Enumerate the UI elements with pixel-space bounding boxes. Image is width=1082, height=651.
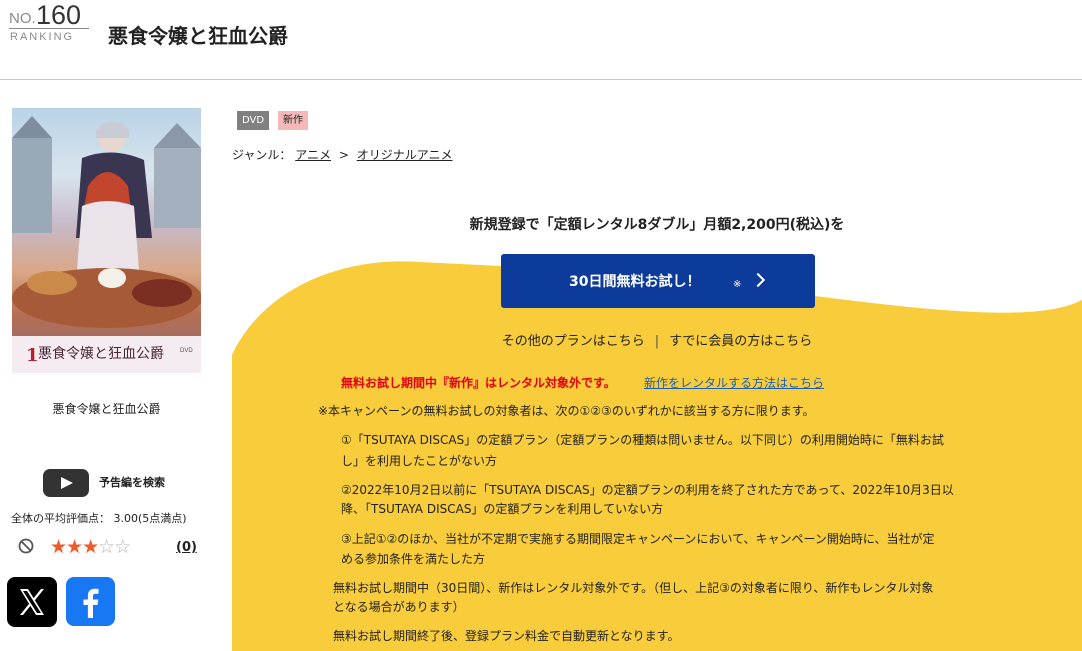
trailer-search[interactable]: 予告編を検索 — [43, 467, 203, 497]
svg-text:悪食令嬢と狂血公爵: 悪食令嬢と狂血公爵 — [38, 345, 164, 362]
x-share-button[interactable] — [7, 577, 57, 627]
genre-breadcrumb: ジャンル： アニメ > オリジナルアニメ — [232, 146, 452, 163]
condition-1-line-1: ①「TSUTAYA DISCAS」の定額プラン（定額プランの種類は問いません。以… — [341, 433, 944, 447]
other-plans-link[interactable]: その他のプランはこちら — [502, 334, 645, 349]
facebook-share-button[interactable] — [66, 577, 115, 626]
star-empty: ☆ — [98, 536, 115, 558]
campaign-headline: 新規登録で「定額レンタル8ダブル」月額2,200円(税込)を — [469, 217, 845, 233]
member-login-link[interactable]: すでに会員の方はこちら — [669, 334, 812, 349]
trial-warning: 無料お試し期間中『新作』はレンタル対象外です。 — [341, 376, 616, 390]
rank-label: RANKING — [10, 31, 75, 43]
genre-link-original-anime[interactable]: オリジナルアニメ — [357, 148, 453, 162]
star-filled: ★ — [82, 536, 99, 558]
free-trial-button[interactable]: 30日間無料お試し！ ※ — [501, 254, 815, 308]
product-poster[interactable]: 1 悪食令嬢と狂血公爵 DVD — [12, 108, 201, 373]
plan-links-divider: | — [654, 334, 660, 349]
star-rating[interactable]: ★★★☆☆ — [50, 536, 131, 558]
star-empty: ☆ — [114, 536, 131, 558]
tag-dvd: DVD — [237, 111, 270, 130]
page-header: NO. 160 RANKING 悪食令嬢と狂血公爵 — [0, 0, 1082, 80]
genre-label: ジャンル： — [232, 148, 292, 162]
prohibited-icon[interactable] — [18, 538, 34, 554]
review-count-link[interactable]: (0) — [176, 540, 197, 555]
condition-2-line-1: ②2022年10月2日以前に「TSUTAYA DISCAS」の定額プランの利用を… — [341, 483, 954, 497]
star-filled: ★ — [66, 536, 83, 558]
trial-period-note-line-2: となる場合があります） — [333, 600, 465, 614]
new-release-rental-link[interactable]: 新作をレンタルする方法はこちら — [644, 374, 824, 391]
page-title: 悪食令嬢と狂血公爵 — [108, 24, 288, 48]
campaign-eligibility-intro: ※本キャンペーンの無料お試しの対象者は、次の①②③のいずれかに該当する方に限りま… — [318, 404, 815, 418]
trial-period-note-line-1: 無料お試し期間中（30日間）、新作はレンタル対象外です。（但し、上記③の対象者に… — [333, 581, 934, 595]
free-trial-note-mark: ※ — [733, 279, 742, 290]
condition-3-line-2: める参加条件を満たした方 — [341, 552, 486, 566]
genre-separator: > — [338, 148, 349, 162]
rank-number: 160 — [36, 0, 82, 30]
rank-divider — [9, 28, 89, 29]
tag-new-release: 新作 — [278, 111, 308, 130]
condition-3-line-1: ③上記①②のほか、当社が不定期で実施する期間限定キャンペーンにおいて、キャンペー… — [341, 532, 935, 546]
svg-text:DVD: DVD — [180, 348, 193, 354]
youtube-play-icon[interactable] — [43, 469, 89, 497]
ranking-badge: NO. 160 RANKING — [9, 0, 91, 44]
plan-links: その他のプランはこちら | すでに会員の方はこちら — [232, 330, 1082, 349]
poster-caption: 悪食令嬢と狂血公爵 — [52, 402, 161, 416]
free-trial-label[interactable]: 30日間無料お試し！ — [569, 271, 700, 291]
chevron-right-icon — [750, 272, 766, 288]
rank-prefix: NO. — [9, 10, 36, 27]
facebook-logo-icon — [83, 588, 99, 618]
condition-2-line-2: 降、「TSUTAYA DISCAS」の定額プランを利用していない方 — [341, 502, 664, 516]
rating-row: ★★★☆☆ (0) — [18, 536, 208, 558]
condition-1-line-2: し」を利用したことがない方 — [341, 454, 498, 468]
trailer-search-label[interactable]: 予告編を検索 — [99, 474, 165, 490]
star-filled: ★ — [50, 536, 67, 558]
genre-link-anime[interactable]: アニメ — [295, 148, 331, 162]
auto-renewal-note: 無料お試し期間終了後、登録プラン料金で自動更新となります。 — [333, 629, 680, 643]
x-logo-icon — [20, 589, 44, 615]
svg-text:1: 1 — [26, 345, 39, 366]
average-rating-text: 全体の平均評価点： 3.00(5点満点) — [11, 512, 187, 525]
